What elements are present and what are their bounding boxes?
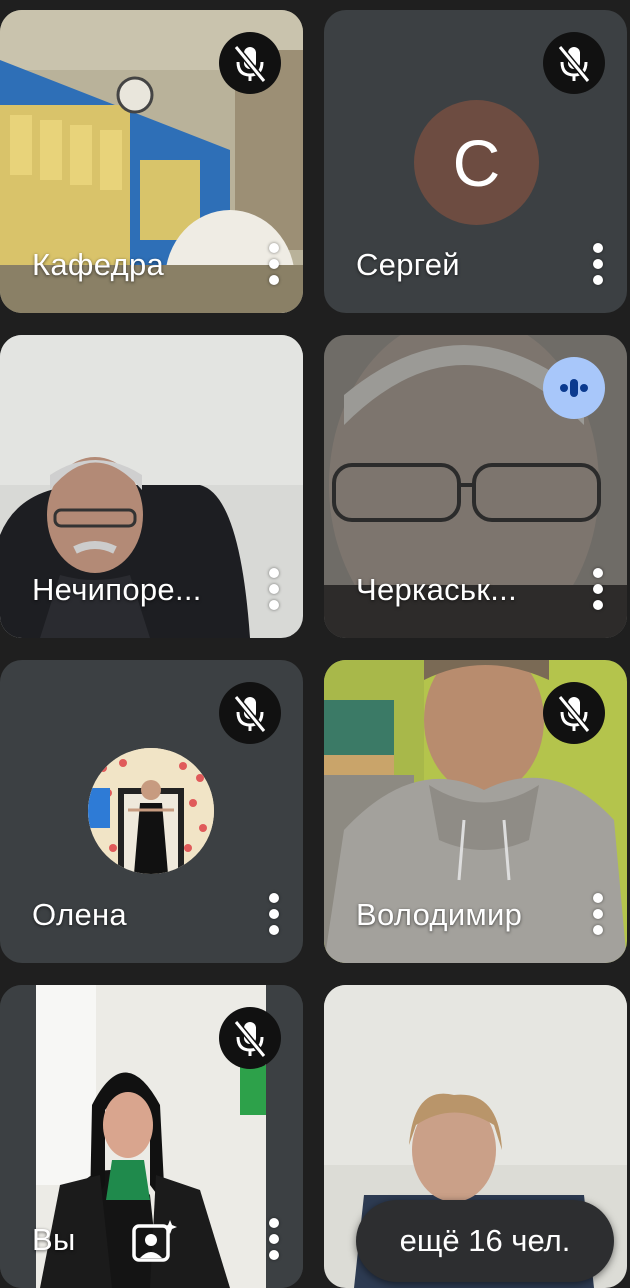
more-vert-icon[interactable] [587,893,611,937]
participant-name: Сергей [356,247,460,282]
mic-off-icon [543,682,605,744]
participant-tile-sergey[interactable]: С Сергей [324,10,627,313]
visual-effects-icon[interactable] [130,1218,178,1266]
audio-level-icon [543,357,605,419]
participant-tile-volodymyr[interactable]: Володимир [324,660,627,963]
participant-tile-self[interactable]: Вы [0,985,303,1288]
mic-off-icon [219,32,281,94]
participant-name: Олена [32,897,127,932]
more-vert-icon[interactable] [263,893,287,937]
avatar: С [414,100,539,225]
more-vert-icon[interactable] [263,568,287,612]
participant-name: Вы [32,1222,76,1257]
participant-tile-kafedra[interactable]: Кафедра [0,10,303,313]
more-vert-icon[interactable] [587,243,611,287]
more-vert-icon[interactable] [587,568,611,612]
participant-tile-cherkask[interactable]: Черкаськ... [324,335,627,638]
participant-name: Нечипоре... [32,572,202,607]
participant-name: Черкаськ... [356,572,517,607]
mic-off-icon [543,32,605,94]
participant-tile-olena[interactable]: Олена [0,660,303,963]
avatar [88,748,214,874]
participant-name: Кафедра [32,247,165,282]
mic-off-icon [219,682,281,744]
more-vert-icon[interactable] [263,1218,287,1262]
mic-off-icon [219,1007,281,1069]
more-vert-icon[interactable] [263,243,287,287]
more-participants-button[interactable]: ещё 16 чел. [356,1200,614,1282]
participant-name: Володимир [356,897,523,932]
participant-tile-nechypore[interactable]: Нечипоре... [0,335,303,638]
